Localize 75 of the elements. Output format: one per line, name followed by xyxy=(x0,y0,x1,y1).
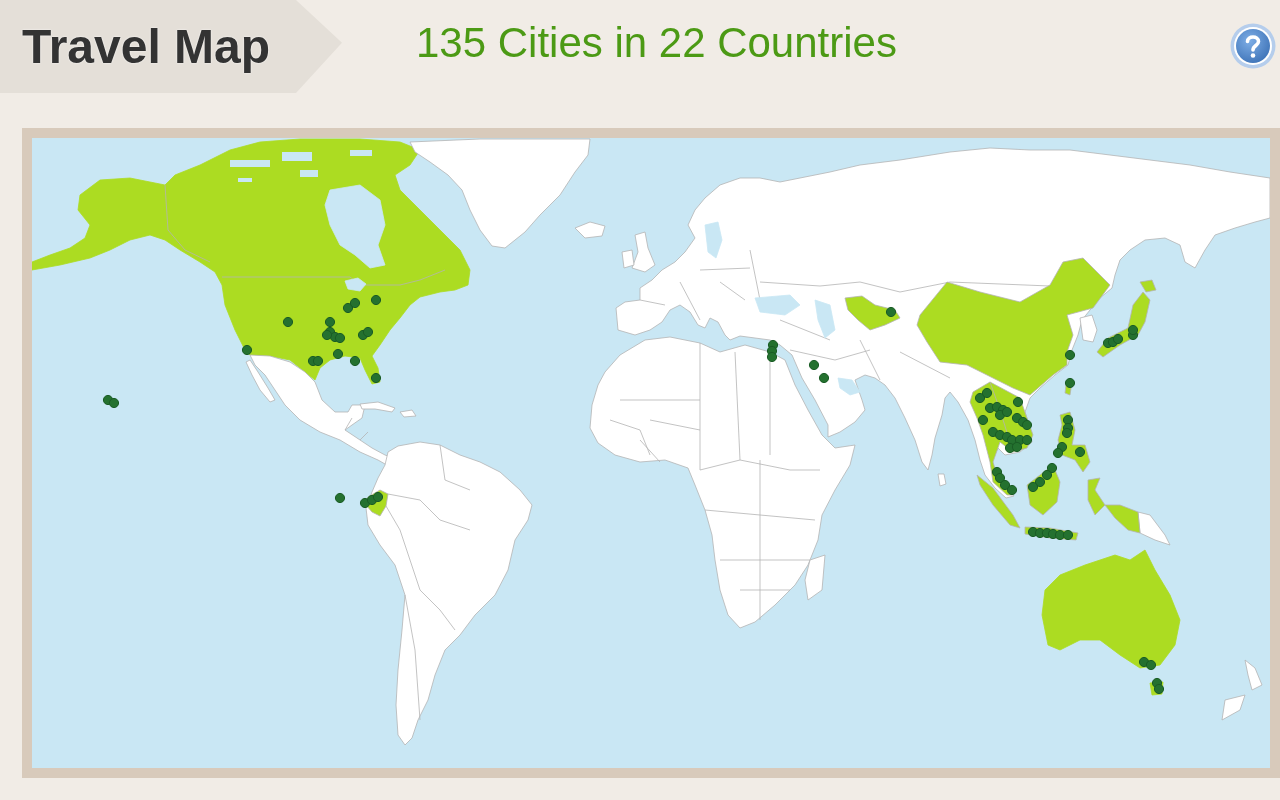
city-marker xyxy=(349,297,361,309)
city-marker xyxy=(766,351,778,363)
city-marker xyxy=(282,316,294,328)
city-marker xyxy=(1012,396,1024,408)
city-marker xyxy=(981,387,993,399)
city-marker xyxy=(1127,324,1139,336)
city-marker xyxy=(1112,333,1124,345)
city-marker xyxy=(974,392,986,404)
city-marker xyxy=(999,479,1011,491)
caspian-sea-water xyxy=(814,299,836,339)
city-marker xyxy=(1145,659,1157,671)
city-marker xyxy=(1046,462,1058,474)
city-marker xyxy=(1062,414,1074,426)
city-marker xyxy=(370,294,382,306)
city-marker xyxy=(885,306,897,318)
iceland-island xyxy=(574,221,606,239)
new-guinea-region xyxy=(1104,504,1141,534)
city-marker xyxy=(342,302,354,314)
city-marker xyxy=(334,332,346,344)
arctic-channel-water xyxy=(238,178,252,182)
city-marker xyxy=(1027,481,1039,493)
new-zealand-islands xyxy=(1221,659,1263,721)
korea-peninsula xyxy=(1079,314,1098,343)
great-lakes-water xyxy=(344,277,367,292)
city-marker xyxy=(1021,434,1033,446)
city-marker xyxy=(108,397,120,409)
city-marker xyxy=(1034,476,1046,488)
city-marker xyxy=(1006,484,1018,496)
city-marker xyxy=(1062,529,1074,541)
city-marker xyxy=(334,492,346,504)
city-marker xyxy=(1041,469,1053,481)
city-marker xyxy=(1001,406,1013,418)
arctic-channel-water xyxy=(282,152,312,161)
city-marker xyxy=(1064,377,1076,389)
city-marker xyxy=(1011,441,1023,453)
city-marker xyxy=(808,359,820,371)
arctic-channel-water xyxy=(230,160,270,167)
city-marker xyxy=(1074,446,1086,458)
city-marker xyxy=(1064,349,1076,361)
ireland-island xyxy=(621,249,635,269)
city-marker xyxy=(370,372,382,384)
sumatra-island xyxy=(976,474,1021,529)
uzbekistan-region xyxy=(844,295,901,331)
summary-text: 135 Cities in 22 Countries xyxy=(416,22,897,64)
persian-gulf-water xyxy=(837,377,861,396)
city-marker xyxy=(1153,683,1165,695)
city-marker xyxy=(362,326,374,338)
city-marker xyxy=(372,491,384,503)
city-marker xyxy=(312,355,324,367)
baltic-sea-water xyxy=(704,221,723,259)
city-marker xyxy=(241,344,253,356)
city-marker xyxy=(1021,419,1033,431)
sri-lanka-island xyxy=(937,473,947,487)
page-title: Travel Map xyxy=(22,22,271,71)
city-marker xyxy=(1052,447,1064,459)
caribbean-islands xyxy=(359,401,417,418)
madagascar-island xyxy=(804,554,826,601)
arctic-channel-water xyxy=(350,150,372,156)
help-icon[interactable] xyxy=(1230,23,1276,69)
city-marker xyxy=(1138,656,1150,668)
city-marker xyxy=(994,472,1006,484)
city-marker xyxy=(818,372,830,384)
city-marker xyxy=(1054,529,1066,541)
city-marker xyxy=(349,355,361,367)
city-marker xyxy=(1061,427,1073,439)
papua-new-guinea-landmass xyxy=(1137,511,1171,546)
city-marker xyxy=(977,414,989,426)
sulawesi-island xyxy=(1087,477,1106,516)
city-marker xyxy=(359,497,371,509)
arctic-channel-water xyxy=(300,170,318,177)
city-marker xyxy=(332,348,344,360)
city-marker xyxy=(324,316,336,328)
city-marker xyxy=(994,409,1006,421)
inland-sea-water xyxy=(754,294,801,316)
city-marker xyxy=(987,426,999,438)
